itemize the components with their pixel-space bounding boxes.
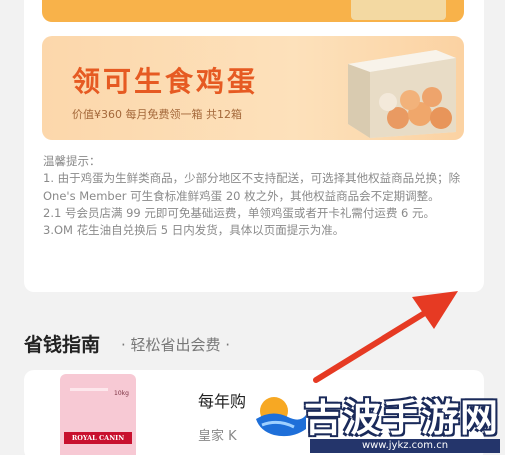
watermark-logo-icon <box>254 387 306 439</box>
watermark-text: 吉波手游网 <box>304 396 500 440</box>
site-watermark: 吉波手游网 www.jykz.com.cn <box>252 381 502 455</box>
watermark-url: www.jykz.com.cn <box>310 439 500 453</box>
